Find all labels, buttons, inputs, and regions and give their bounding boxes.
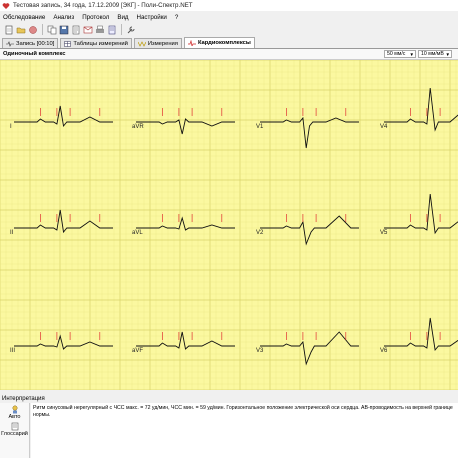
glossary-label: Глоссарий [1,431,28,437]
lead-label-v1: V1 [256,124,264,130]
print-button[interactable] [94,24,105,35]
menu-view[interactable]: Вид [117,14,128,21]
tab-strip: Запись [00:10] Таблицы измерений Измерен… [0,37,458,49]
table-icon [64,40,72,47]
report-button[interactable] [70,24,81,35]
auto-button[interactable]: Авто [0,405,29,420]
lead-label-v3: V3 [256,348,264,354]
menu-help[interactable]: ? [175,14,178,21]
speed-select[interactable]: 50 мм/с ▼ [384,50,416,58]
save-icon [59,25,68,34]
toolbar-separator [42,24,43,35]
waveform-icon [6,40,14,47]
wrench-icon [127,26,134,33]
menu-analysis[interactable]: Анализ [53,14,74,21]
menu-examination[interactable]: Обследование [3,14,45,21]
lead-label-ii: II [10,230,14,236]
tab-record-label: Запись [00:10] [16,40,55,47]
copy-button[interactable] [46,24,57,35]
glossary-book-icon [11,422,18,431]
tab-cardiocomplexes-label: Кардиокомплексы [197,40,251,46]
lead-label-v5: V5 [380,230,388,236]
tools-button[interactable] [125,24,136,35]
tab-measurements-label: Измерения [147,40,178,47]
menu-protocol[interactable]: Протокол [82,14,109,21]
toolbar-separator [121,24,122,35]
window-title: Тестовая запись, 34 года, 17.12.2009 [ЭК… [13,2,193,9]
lead-label-v4: V4 [380,124,388,130]
lead-label-v2: V2 [256,230,264,236]
cardio-icon [28,25,37,34]
interpretation-text: Ритм синусовый нерегулярный с ЧСС макс. … [31,403,458,458]
new-document-icon [5,25,12,34]
tab-record[interactable]: Запись [00:10] [2,38,59,48]
chevron-down-icon: ▼ [445,52,450,57]
tab-measurement-tables[interactable]: Таблицы измерений [60,38,132,48]
lead-label-v6: V6 [380,348,388,354]
cardio-button[interactable] [27,24,38,35]
title-bar: Тестовая запись, 34 года, 17.12.2009 [ЭК… [0,0,458,11]
auto-icon [12,405,17,414]
folder-open-icon [16,27,25,33]
single-complex-title: Одиночный комплекс [3,51,66,57]
lead-label-avf: aVF [132,348,143,354]
properties-icon [108,25,115,34]
mail-icon [83,26,92,33]
properties-button[interactable] [106,24,117,35]
menu-bar: Обследование Анализ Протокол Вид Настрой… [0,12,458,22]
chevron-down-icon: ▼ [409,52,414,57]
report-icon [72,25,79,34]
caliper-icon [137,40,146,47]
ecg-paper [0,60,458,390]
interpretation-header: Интерпретация [0,395,458,403]
new-record-button[interactable] [3,24,14,35]
open-button[interactable] [15,24,26,35]
tab-measurement-tables-label: Таблицы измерений [73,40,128,47]
menu-settings[interactable]: Настройки [137,14,167,21]
tab-measurements[interactable]: Измерения [133,38,182,48]
auto-label: Авто [8,414,21,420]
save-button[interactable] [58,24,69,35]
lead-label-iii: III [10,348,15,354]
lead-label-avl: aVL [132,230,143,236]
copy-icon [47,25,56,34]
toolbar [0,22,458,37]
ecg-chart: IaVR V1 V4II aVL V2 V5III aVF V3 V6 [0,60,458,390]
ecg-header: Одиночный комплекс 50 мм/с ▼ 10 мм/мВ ▼ [0,49,458,60]
gain-value: 10 мм/мВ [421,51,444,57]
ecg-grid-area: IaVR V1 V4 II aVL V2 V5 III aVF V3 V6 [0,60,458,390]
interpretation-sidebar: Авто Глоссарий [0,403,30,458]
tab-cardiocomplexes[interactable]: Кардиокомплексы [183,37,255,48]
gain-select[interactable]: 10 мм/мВ ▼ [418,50,452,58]
ecg-complex-icon [187,40,196,46]
app-heart-icon [2,2,10,10]
lead-label-avr: aVR [132,124,144,130]
glossary-button[interactable]: Глоссарий [0,422,29,437]
print-icon [95,25,104,33]
speed-value: 50 мм/с [387,51,406,57]
send-button[interactable] [82,24,93,35]
